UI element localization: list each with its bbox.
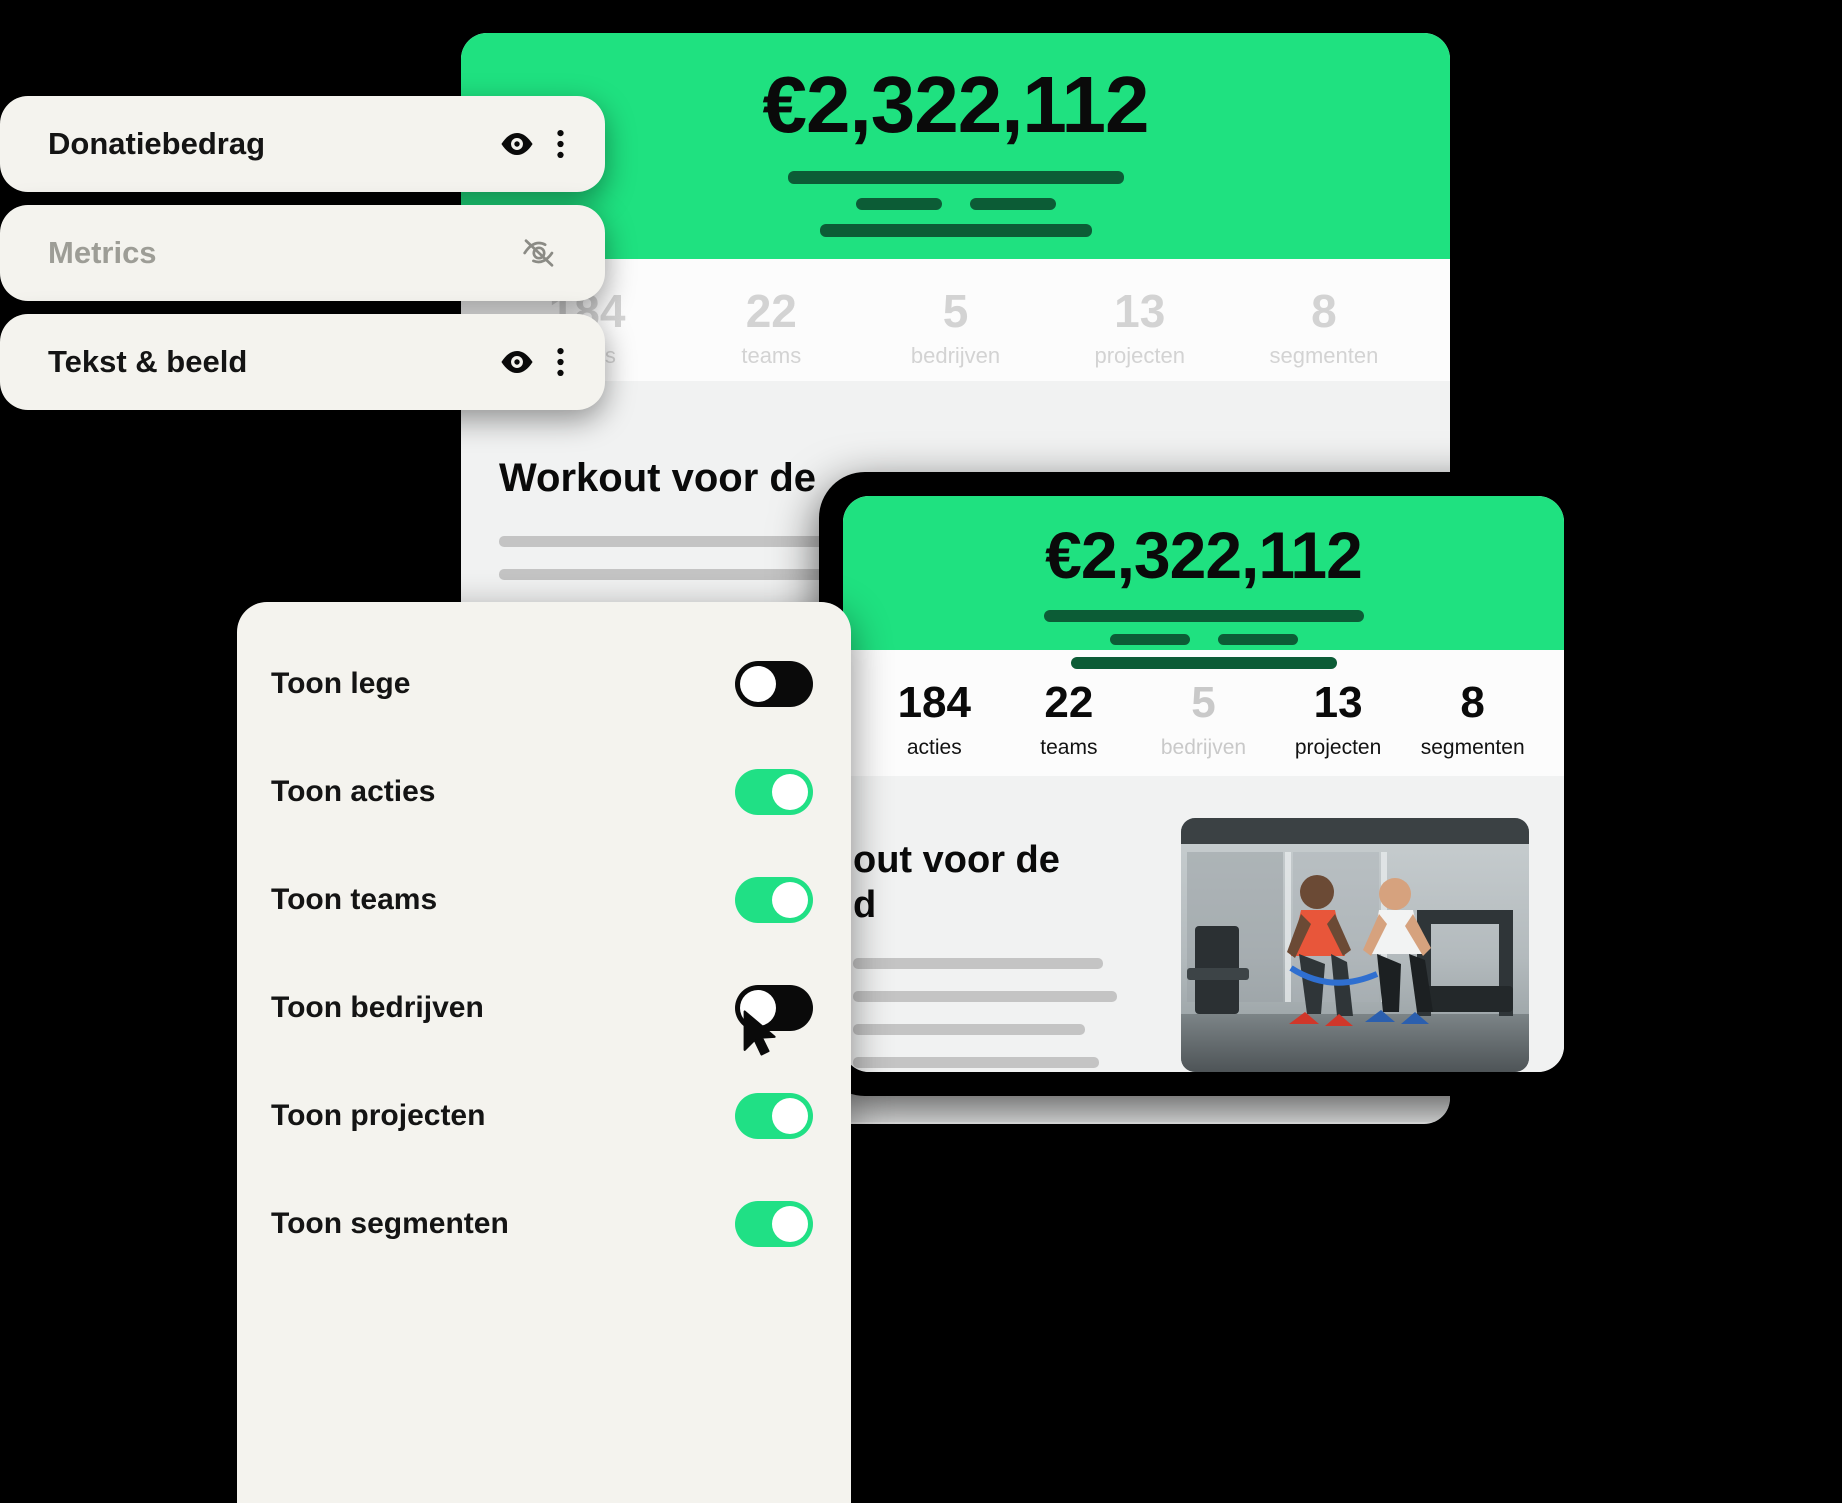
stat-label: bedrijven [910,343,1001,369]
hero-bar [1043,610,1364,622]
toggle-switch-toon-segmenten[interactable] [735,1201,813,1247]
stat-segmenten[interactable]: 8 segmenten [1232,287,1416,369]
toggle-label: Toon acties [271,775,436,808]
hero-bar-row [855,198,1056,210]
stat-label: teams [1040,736,1098,760]
stat-teams[interactable]: 22 teams [1002,678,1137,760]
stat-label: segmenten [1420,736,1525,760]
stat-value: 5 [942,285,969,337]
gym-photo-illustration [1181,818,1529,1072]
more-vertical-icon[interactable] [556,347,565,377]
toggle-switch-toon-lege[interactable] [735,661,813,707]
layer-card-metrics[interactable]: Metrics [0,205,605,301]
stat-label: acties [906,736,962,760]
layer-card-label: Metrics [48,235,157,270]
more-vertical-icon[interactable] [556,129,565,159]
phone-mockup-bottom: €2,322,112 184 acties 22 teams 5 bedrijv… [819,472,1588,1096]
toggle-knob [740,990,776,1026]
toggle-row-toon-teams[interactable]: Toon teams [271,846,813,954]
toggle-knob [772,1098,808,1134]
eye-icon[interactable] [500,131,534,157]
hero-skeleton-bars-top [461,171,1450,237]
skeleton-line [853,1056,1099,1068]
layer-card-tekst-beeld[interactable]: Tekst & beeld [0,314,605,410]
hero-skeleton-bars-bottom [843,610,1564,669]
hero-bar [1109,634,1190,645]
stats-row-top: 184 acties 22 teams 5 bedrijven 13 proje… [461,259,1450,381]
stat-label: projecten [1294,736,1382,760]
stat-teams[interactable]: 22 teams [679,287,863,369]
toggle-row-toon-lege[interactable]: Toon lege [271,630,813,738]
stat-label: segmenten [1269,343,1379,369]
eye-off-icon[interactable] [521,238,557,268]
hero-amount-top: €2,322,112 [762,60,1150,149]
skeleton-line [853,990,1117,1002]
toggle-label: Toon projecten [271,1099,486,1132]
stat-value: 13 [1114,285,1166,337]
skeleton-line [853,957,1103,969]
stat-label: teams [741,343,802,369]
stat-projecten[interactable]: 13 projecten [1271,678,1406,760]
stat-value: 22 [1044,678,1094,727]
stat-label: bedrijven [1160,736,1247,760]
stat-value: 13 [1313,678,1363,727]
layer-card-label: Donatiebedrag [48,126,266,161]
hero-bar-row [1109,634,1298,645]
toggle-row-toon-bedrijven[interactable]: Toon bedrijven [271,954,813,1062]
toggle-row-toon-acties[interactable]: Toon acties [271,738,813,846]
stat-value: 8 [1311,285,1337,337]
content-text-block-bottom: out voor de d [843,838,1173,1072]
toggle-label: Toon teams [271,883,438,916]
toggle-switch-toon-projecten[interactable] [735,1093,813,1139]
toggle-switch-toon-teams[interactable] [735,877,813,923]
hero-bar [969,198,1056,210]
skeleton-line [853,1023,1085,1035]
hero-bar [855,198,942,210]
stat-label: projecten [1094,343,1185,369]
toggle-row-toon-segmenten[interactable]: Toon segmenten [271,1170,813,1278]
layer-card-label: Tekst & beeld [48,344,248,379]
hero-bar [819,224,1092,237]
toggle-knob [772,882,808,918]
toggle-knob [740,666,776,702]
hero-amount-bottom: €2,322,112 [1045,518,1363,592]
toggle-label: Toon bedrijven [271,991,484,1024]
content-title-line2: d [853,883,877,926]
toggle-switch-toon-acties[interactable] [735,769,813,815]
stat-value: 8 [1460,678,1485,727]
toggle-knob [772,1206,808,1242]
hero-banner-bottom: €2,322,112 [843,496,1564,669]
gym-training-photo [1181,818,1529,1072]
layer-card-donatiebedrag[interactable]: Donatiebedrag [0,96,605,192]
layer-card-actions [500,129,565,159]
toggle-switch-toon-bedrijven[interactable] [735,985,813,1031]
stat-projecten[interactable]: 13 projecten [1048,287,1232,369]
visibility-toggle-panel: Toon lege Toon acties Toon teams Toon be… [237,602,851,1503]
phone-screen-bottom: €2,322,112 184 acties 22 teams 5 bedrijv… [843,496,1564,1072]
toggle-row-toon-projecten[interactable]: Toon projecten [271,1062,813,1170]
stat-bedrijven[interactable]: 5 bedrijven [1136,678,1271,760]
content-skeleton-bottom [853,957,1173,1068]
content-area-bottom: out voor de d [843,776,1564,1072]
toggle-knob [772,774,808,810]
stat-bedrijven[interactable]: 5 bedrijven [863,287,1047,369]
hero-bar [1217,634,1298,645]
screenshot-root: €2,322,112 184 acties 22 teams [0,0,1842,1503]
stat-value: 5 [1191,678,1216,727]
stat-value: 184 [897,678,971,727]
stat-value: 22 [745,285,797,337]
toggle-label: Toon segmenten [271,1207,509,1240]
content-title-line1: out voor de [853,839,1060,881]
toggle-label: Toon lege [271,667,411,700]
hero-bar [1070,657,1337,669]
hero-bar [787,171,1124,184]
layer-card-actions [500,347,565,377]
layer-card-actions [521,238,565,268]
eye-icon[interactable] [500,349,534,375]
hero-banner-top: €2,322,112 [461,33,1450,259]
stat-acties[interactable]: 184 acties [867,678,1002,760]
stat-segmenten[interactable]: 8 segmenten [1405,678,1540,760]
